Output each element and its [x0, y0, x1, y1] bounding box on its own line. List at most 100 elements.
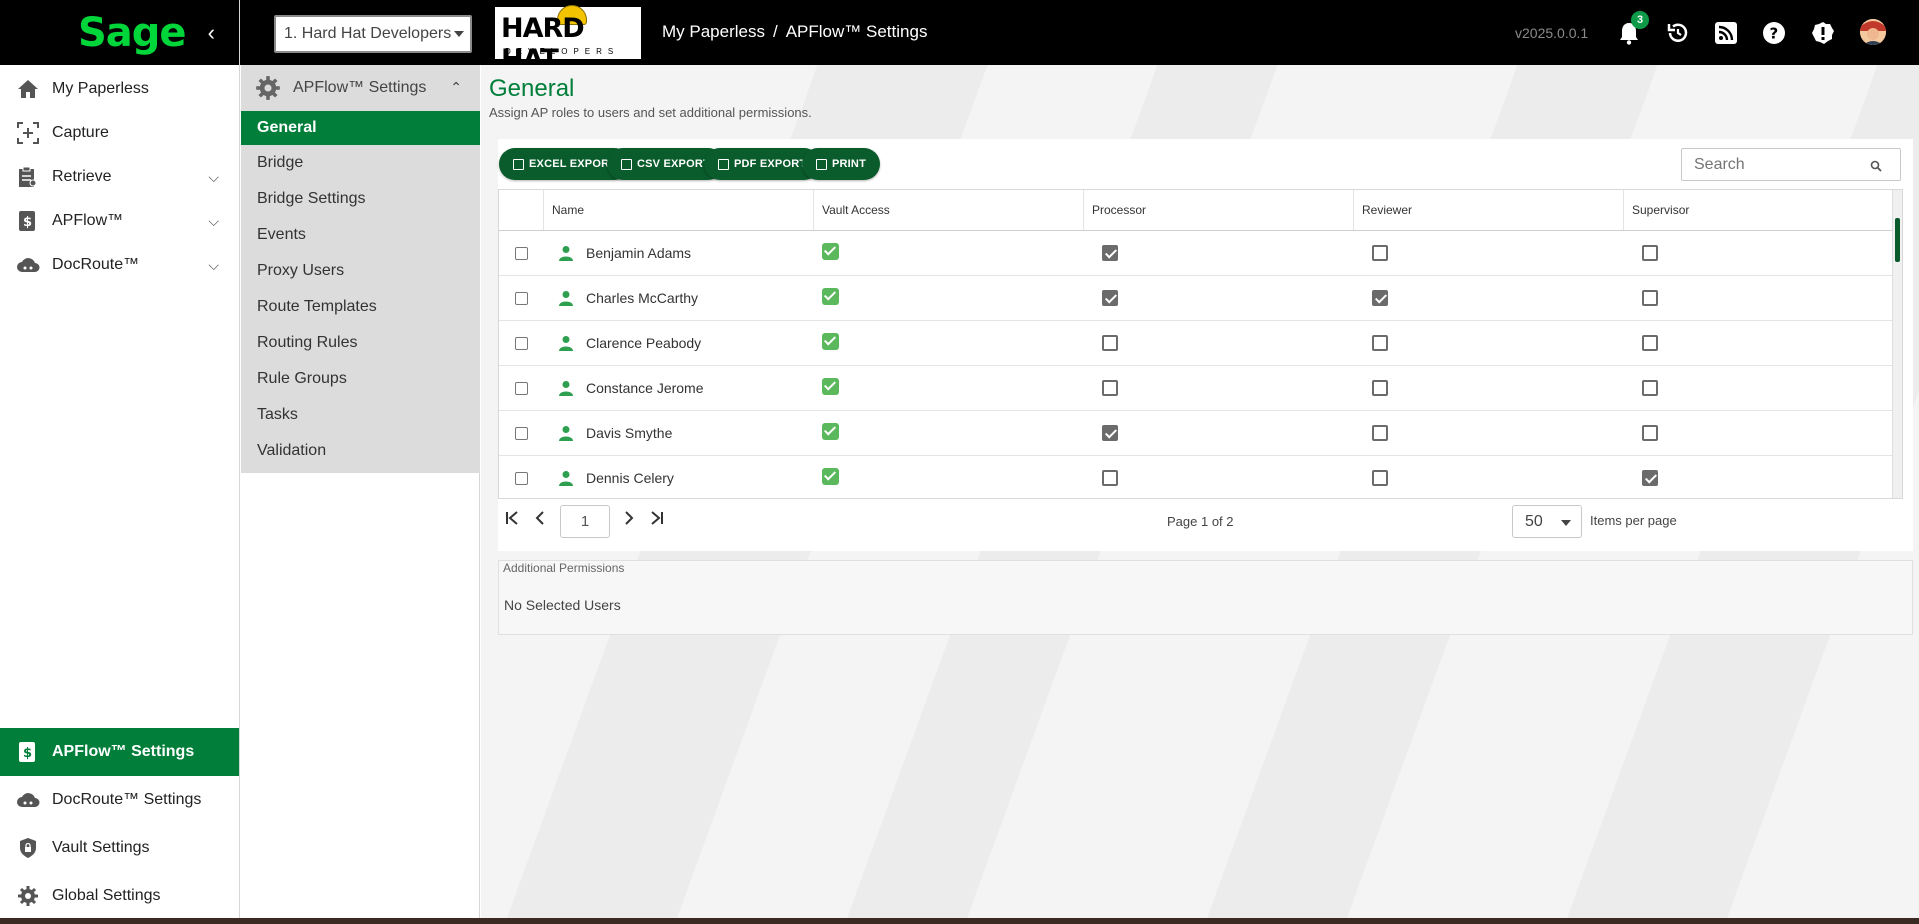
user-icon: [558, 380, 574, 396]
submenu-item-events[interactable]: Events: [241, 217, 480, 253]
company-select[interactable]: 1. Hard Hat Developers: [274, 15, 472, 53]
column-header-name[interactable]: Name: [544, 190, 814, 230]
submenu-header[interactable]: APFlow™ Settings ⌃: [241, 65, 480, 111]
processor-checkbox[interactable]: [1102, 245, 1118, 261]
supervisor-checkbox[interactable]: [1642, 290, 1658, 306]
row-select-checkbox[interactable]: [514, 336, 528, 350]
vault-access-check-icon: [822, 287, 839, 305]
vault-access-check-icon: [822, 422, 839, 440]
supervisor-checkbox[interactable]: [1642, 380, 1658, 396]
rss-icon[interactable]: [1712, 19, 1740, 47]
column-header-vault-access[interactable]: Vault Access: [814, 190, 1084, 230]
reviewer-checkbox[interactable]: [1372, 425, 1388, 441]
button-label: PDF EXPORT: [734, 158, 807, 170]
row-select-checkbox[interactable]: [514, 471, 528, 485]
first-page-icon[interactable]: [505, 511, 519, 529]
reviewer-checkbox[interactable]: [1372, 470, 1388, 486]
reviewer-cell: [1354, 276, 1624, 320]
processor-checkbox[interactable]: [1102, 470, 1118, 486]
table-row[interactable]: Davis Smythe: [499, 411, 1902, 456]
nav-item-apflow-settings[interactable]: $ APFlow™ Settings: [0, 728, 239, 776]
alert-icon[interactable]: [1809, 19, 1837, 47]
submenu-item-bridge-settings[interactable]: Bridge Settings: [241, 181, 480, 217]
previous-page-icon[interactable]: [535, 511, 545, 529]
help-icon[interactable]: ?: [1760, 19, 1788, 47]
home-icon: [16, 77, 40, 101]
nav-item-retrieve[interactable]: Retrieve ⌵: [0, 155, 239, 199]
nav-item-my-paperless[interactable]: My Paperless: [0, 67, 239, 111]
header-select: [499, 190, 544, 230]
column-header-supervisor[interactable]: Supervisor: [1624, 190, 1894, 230]
button-label: PRINT: [832, 158, 866, 170]
column-header-reviewer[interactable]: Reviewer: [1354, 190, 1624, 230]
chevron-up-icon[interactable]: ⌃: [450, 79, 462, 96]
supervisor-cell: [1624, 366, 1894, 410]
next-page-icon[interactable]: [624, 511, 634, 529]
table-row[interactable]: Benjamin Adams: [499, 231, 1902, 276]
pager: Page 1 of 2 50 Items per page: [498, 501, 1903, 541]
submenu-item-bridge[interactable]: Bridge: [241, 145, 480, 181]
page-number-input[interactable]: [560, 505, 610, 538]
table-row[interactable]: Charles McCarthy: [499, 276, 1902, 321]
supervisor-checkbox[interactable]: [1642, 425, 1658, 441]
submenu-item-validation[interactable]: Validation: [241, 433, 480, 469]
logo-sub-text: DEVELOPERS: [505, 47, 620, 56]
reviewer-checkbox[interactable]: [1372, 380, 1388, 396]
table-row[interactable]: Dennis Celery: [499, 456, 1902, 498]
processor-checkbox[interactable]: [1102, 380, 1118, 396]
grid-scrollbar[interactable]: [1892, 190, 1902, 498]
chevron-down-icon[interactable]: ⌵: [208, 169, 219, 186]
processor-cell: [1084, 231, 1354, 275]
processor-checkbox[interactable]: [1102, 290, 1118, 306]
nav-item-global-settings[interactable]: Global Settings: [0, 872, 239, 920]
table-row[interactable]: Clarence Peabody: [499, 321, 1902, 366]
history-icon[interactable]: [1664, 19, 1692, 47]
items-per-page-select[interactable]: 50: [1512, 505, 1582, 538]
table-row[interactable]: Constance Jerome: [499, 366, 1902, 411]
last-page-icon[interactable]: [650, 511, 664, 529]
processor-cell: [1084, 321, 1354, 365]
reviewer-cell: [1354, 456, 1624, 498]
collapse-nav-button[interactable]: ‹: [208, 20, 215, 46]
nav-item-docroute-settings[interactable]: DocRoute™ Settings: [0, 776, 239, 824]
user-avatar[interactable]: [1860, 19, 1886, 45]
nav-item-apflow[interactable]: $ APFlow™ ⌵: [0, 199, 239, 243]
submenu-item-proxy-users[interactable]: Proxy Users: [241, 253, 480, 289]
processor-checkbox[interactable]: [1102, 425, 1118, 441]
breadcrumb-my-paperless[interactable]: My Paperless: [662, 22, 765, 42]
submenu-item-route-templates[interactable]: Route Templates: [241, 289, 480, 325]
row-select-checkbox[interactable]: [514, 381, 528, 395]
submenu-item-routing-rules[interactable]: Routing Rules: [241, 325, 480, 361]
chevron-down-icon[interactable]: ⌵: [208, 257, 219, 274]
scrollbar-thumb[interactable]: [1895, 218, 1900, 262]
nav-item-vault-settings[interactable]: Vault Settings: [0, 824, 239, 872]
processor-checkbox[interactable]: [1102, 335, 1118, 351]
version-label: v2025.0.0.1: [1515, 25, 1589, 41]
row-select-cell: [499, 366, 544, 410]
search-icon[interactable]: [1870, 159, 1882, 177]
user-icon: [558, 335, 574, 351]
search-input[interactable]: [1694, 155, 1864, 174]
nav-item-docroute[interactable]: DocRoute™ ⌵: [0, 243, 239, 287]
row-select-checkbox[interactable]: [514, 426, 528, 440]
reviewer-cell: [1354, 366, 1624, 410]
docroute-icon: [16, 253, 40, 277]
vault-access-cell: [814, 321, 1084, 365]
print-button[interactable]: PRINT: [802, 148, 880, 180]
sage-logo: Sage: [78, 9, 187, 56]
row-select-checkbox[interactable]: [514, 291, 528, 305]
supervisor-checkbox[interactable]: [1642, 470, 1658, 486]
reviewer-checkbox[interactable]: [1372, 335, 1388, 351]
supervisor-checkbox[interactable]: [1642, 245, 1658, 261]
bell-icon[interactable]: 3: [1615, 11, 1649, 47]
chevron-down-icon[interactable]: ⌵: [208, 213, 219, 230]
submenu-item-rule-groups[interactable]: Rule Groups: [241, 361, 480, 397]
row-select-checkbox[interactable]: [514, 246, 528, 260]
column-header-processor[interactable]: Processor: [1084, 190, 1354, 230]
nav-item-capture[interactable]: Capture: [0, 111, 239, 155]
submenu-item-tasks[interactable]: Tasks: [241, 397, 480, 433]
submenu-item-general[interactable]: General: [241, 111, 480, 145]
supervisor-checkbox[interactable]: [1642, 335, 1658, 351]
reviewer-checkbox[interactable]: [1372, 290, 1388, 306]
reviewer-checkbox[interactable]: [1372, 245, 1388, 261]
